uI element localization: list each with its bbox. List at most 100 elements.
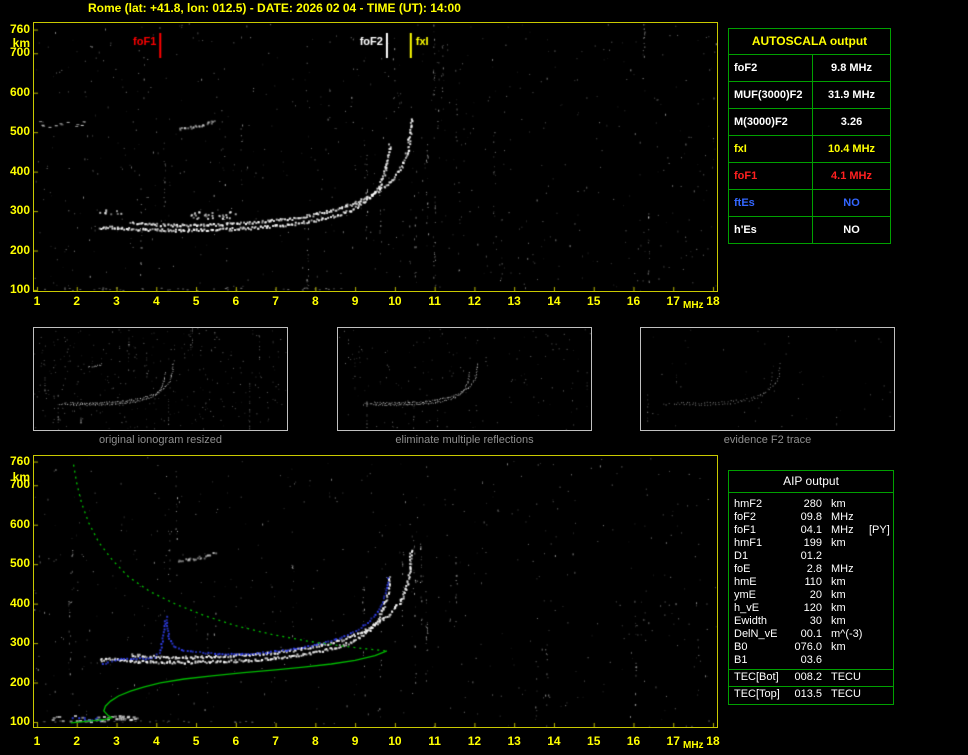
- aip-row: Ewidth 30 km: [729, 615, 893, 628]
- autoscala-row: foF2 9.8 MHz: [729, 55, 890, 82]
- x-axis-tick-label: 16: [626, 294, 641, 308]
- aip-param-value: 199: [803, 537, 822, 549]
- y-axis-tick-label: 500: [9, 556, 30, 571]
- aip-output-title: AIP output: [729, 471, 893, 493]
- y-axis-tick-label: 100: [9, 714, 30, 728]
- aip-param-label: foF1: [734, 524, 757, 536]
- y-axis-tick-label: 200: [9, 242, 30, 257]
- page-title: Rome (lat: +41.8, lon: 012.5) - DATE: 20…: [88, 1, 461, 15]
- x-axis-unit-label: MHz: [683, 300, 704, 311]
- aip-param-value: 20: [809, 589, 822, 601]
- x-axis-tick-label: 6: [232, 734, 240, 748]
- aip-row: TEC[Top] 013.5 TECU: [729, 688, 893, 701]
- thumbnail-canvas-original: [34, 328, 287, 430]
- x-axis-tick-label: 7: [272, 294, 279, 308]
- aip-param-unit: km: [831, 641, 846, 653]
- aip-row: ymE 20 km: [729, 589, 893, 602]
- aip-param-unit: km: [831, 589, 846, 601]
- y-axis-tick-label: 600: [9, 84, 30, 99]
- autoscala-param-label: ftEs: [729, 190, 813, 216]
- x-axis-tick-label: 14: [547, 294, 561, 308]
- x-axis-tick-label: 2: [73, 734, 81, 748]
- aip-row: foE 2.8 MHz: [729, 563, 893, 576]
- thumbnail-caption-eliminate: eliminate multiple reflections: [395, 434, 534, 446]
- autoscala-param-value: 3.26: [840, 116, 863, 128]
- x-axis-tick-label: 13: [507, 294, 521, 308]
- aip-output-rows: hmF2 280 km foF2 09.8 MHz foF1 04.1 MHz [PY] hmF1 1…: [729, 493, 893, 701]
- y-axis-tick-label: 400: [9, 595, 30, 610]
- ionogram-plot-top: [33, 22, 718, 292]
- autoscala-output-rows: foF2 9.8 MHz MUF(3000)F2 31.9 MHz M(3000)F2 3…: [729, 55, 890, 243]
- autoscala-param-label: foF2: [729, 55, 813, 81]
- autoscala-row: h'Es NO: [729, 217, 890, 243]
- x-axis-tick-label: 8: [312, 294, 319, 308]
- y-axis-tick-label: 100: [9, 282, 30, 296]
- aip-param-unit: MHz: [831, 563, 854, 575]
- aip-param-label: D1: [734, 550, 749, 562]
- x-axis-unit-label: MHz: [683, 740, 704, 751]
- autoscala-param-value: 9.8 MHz: [831, 62, 872, 74]
- aip-row: h_vE 120 km: [729, 602, 893, 615]
- divider: [729, 686, 893, 687]
- ionogram-plot-bottom: [33, 455, 718, 728]
- y-axis-tick-label: 300: [9, 203, 30, 218]
- x-axis-tick-label: 16: [626, 734, 641, 748]
- y-axis-unit-label: km: [12, 470, 30, 484]
- x-axis-tick-label: 17: [666, 734, 680, 748]
- x-axis-tick-label: 10: [388, 294, 402, 308]
- x-axis-tick-label: 10: [388, 734, 402, 748]
- x-axis-tick-label: 2: [73, 294, 81, 308]
- aip-row: hmF1 199 km: [729, 537, 893, 550]
- aip-param-value: 30: [809, 615, 822, 627]
- aip-param-label: TEC[Top]: [734, 688, 780, 700]
- ionogram-canvas-bottom: [34, 456, 717, 727]
- aip-param-value: 04.1: [800, 524, 822, 536]
- x-axis-tick-label: 12: [467, 294, 482, 308]
- x-axis-tick-label: 13: [507, 734, 521, 748]
- x-axis-tick-label: 4: [152, 734, 160, 748]
- x-axis-tick-label: 17: [666, 294, 680, 308]
- aip-row: B0 076.0 km: [729, 641, 893, 654]
- autoscala-output-panel: AUTOSCALA output foF2 9.8 MHz MUF(3000)F2 3…: [728, 28, 891, 244]
- aip-param-label: DelN_vE: [734, 628, 778, 640]
- aip-row: D1 01.2: [729, 550, 893, 563]
- y-axis-tick-label: 500: [9, 124, 30, 139]
- x-axis-tick-label: 9: [351, 734, 359, 748]
- aip-param-label: h_vE: [734, 602, 760, 614]
- aip-param-unit: [831, 550, 869, 563]
- x-axis-tick-label: 18: [706, 734, 720, 748]
- x-axis-tick-label: 15: [587, 734, 601, 748]
- aip-row: foF1 04.1 MHz [PY]: [729, 524, 893, 537]
- thumbnail-eliminate-reflections: [337, 327, 592, 431]
- aip-param-unit: km: [831, 615, 846, 627]
- aip-row: DelN_vE 00.1 m^(-3): [729, 628, 893, 641]
- thumbnail-canvas-evidence: [641, 328, 894, 430]
- thumbnail-caption-original: original ionogram resized: [99, 434, 222, 446]
- x-axis-tick-label: 15: [587, 294, 601, 308]
- aip-param-label: TEC[Bot]: [734, 671, 779, 683]
- x-axis-tick-label: 12: [467, 734, 482, 748]
- aip-param-label: B0: [734, 641, 748, 653]
- autoscala-param-label: h'Es: [729, 217, 813, 243]
- autoscala-row: foF1 4.1 MHz: [729, 163, 890, 190]
- aip-param-label: hmF2: [734, 498, 763, 510]
- x-axis-tick-label: 18: [706, 294, 720, 308]
- aip-param-value: 03.6: [800, 654, 822, 666]
- aip-param-unit: km: [831, 576, 846, 588]
- x-axis-tick-label: 3: [113, 734, 120, 748]
- autoscala-row: fxI 10.4 MHz: [729, 136, 890, 163]
- thumbnail-original-ionogram: [33, 327, 288, 431]
- autoscala-row: MUF(3000)F2 31.9 MHz: [729, 82, 890, 109]
- x-axis-tick-label: 5: [192, 294, 200, 308]
- aip-row: B1 03.6: [729, 654, 893, 667]
- aip-param-label: ymE: [734, 589, 756, 601]
- aip-param-unit: km: [831, 602, 846, 614]
- autoscala-row: M(3000)F2 3.26: [729, 109, 890, 136]
- aip-row: hmE 110 km: [729, 576, 893, 589]
- x-axis-tick-label: 1: [33, 734, 41, 748]
- autoscala-param-label: MUF(3000)F2: [729, 82, 813, 108]
- aip-param-unit: MHz: [831, 524, 854, 536]
- y-axis-tick-label: 200: [9, 674, 30, 689]
- autoscala-param-label: foF1: [729, 163, 813, 189]
- y-axis-tick-label: 760: [9, 453, 30, 468]
